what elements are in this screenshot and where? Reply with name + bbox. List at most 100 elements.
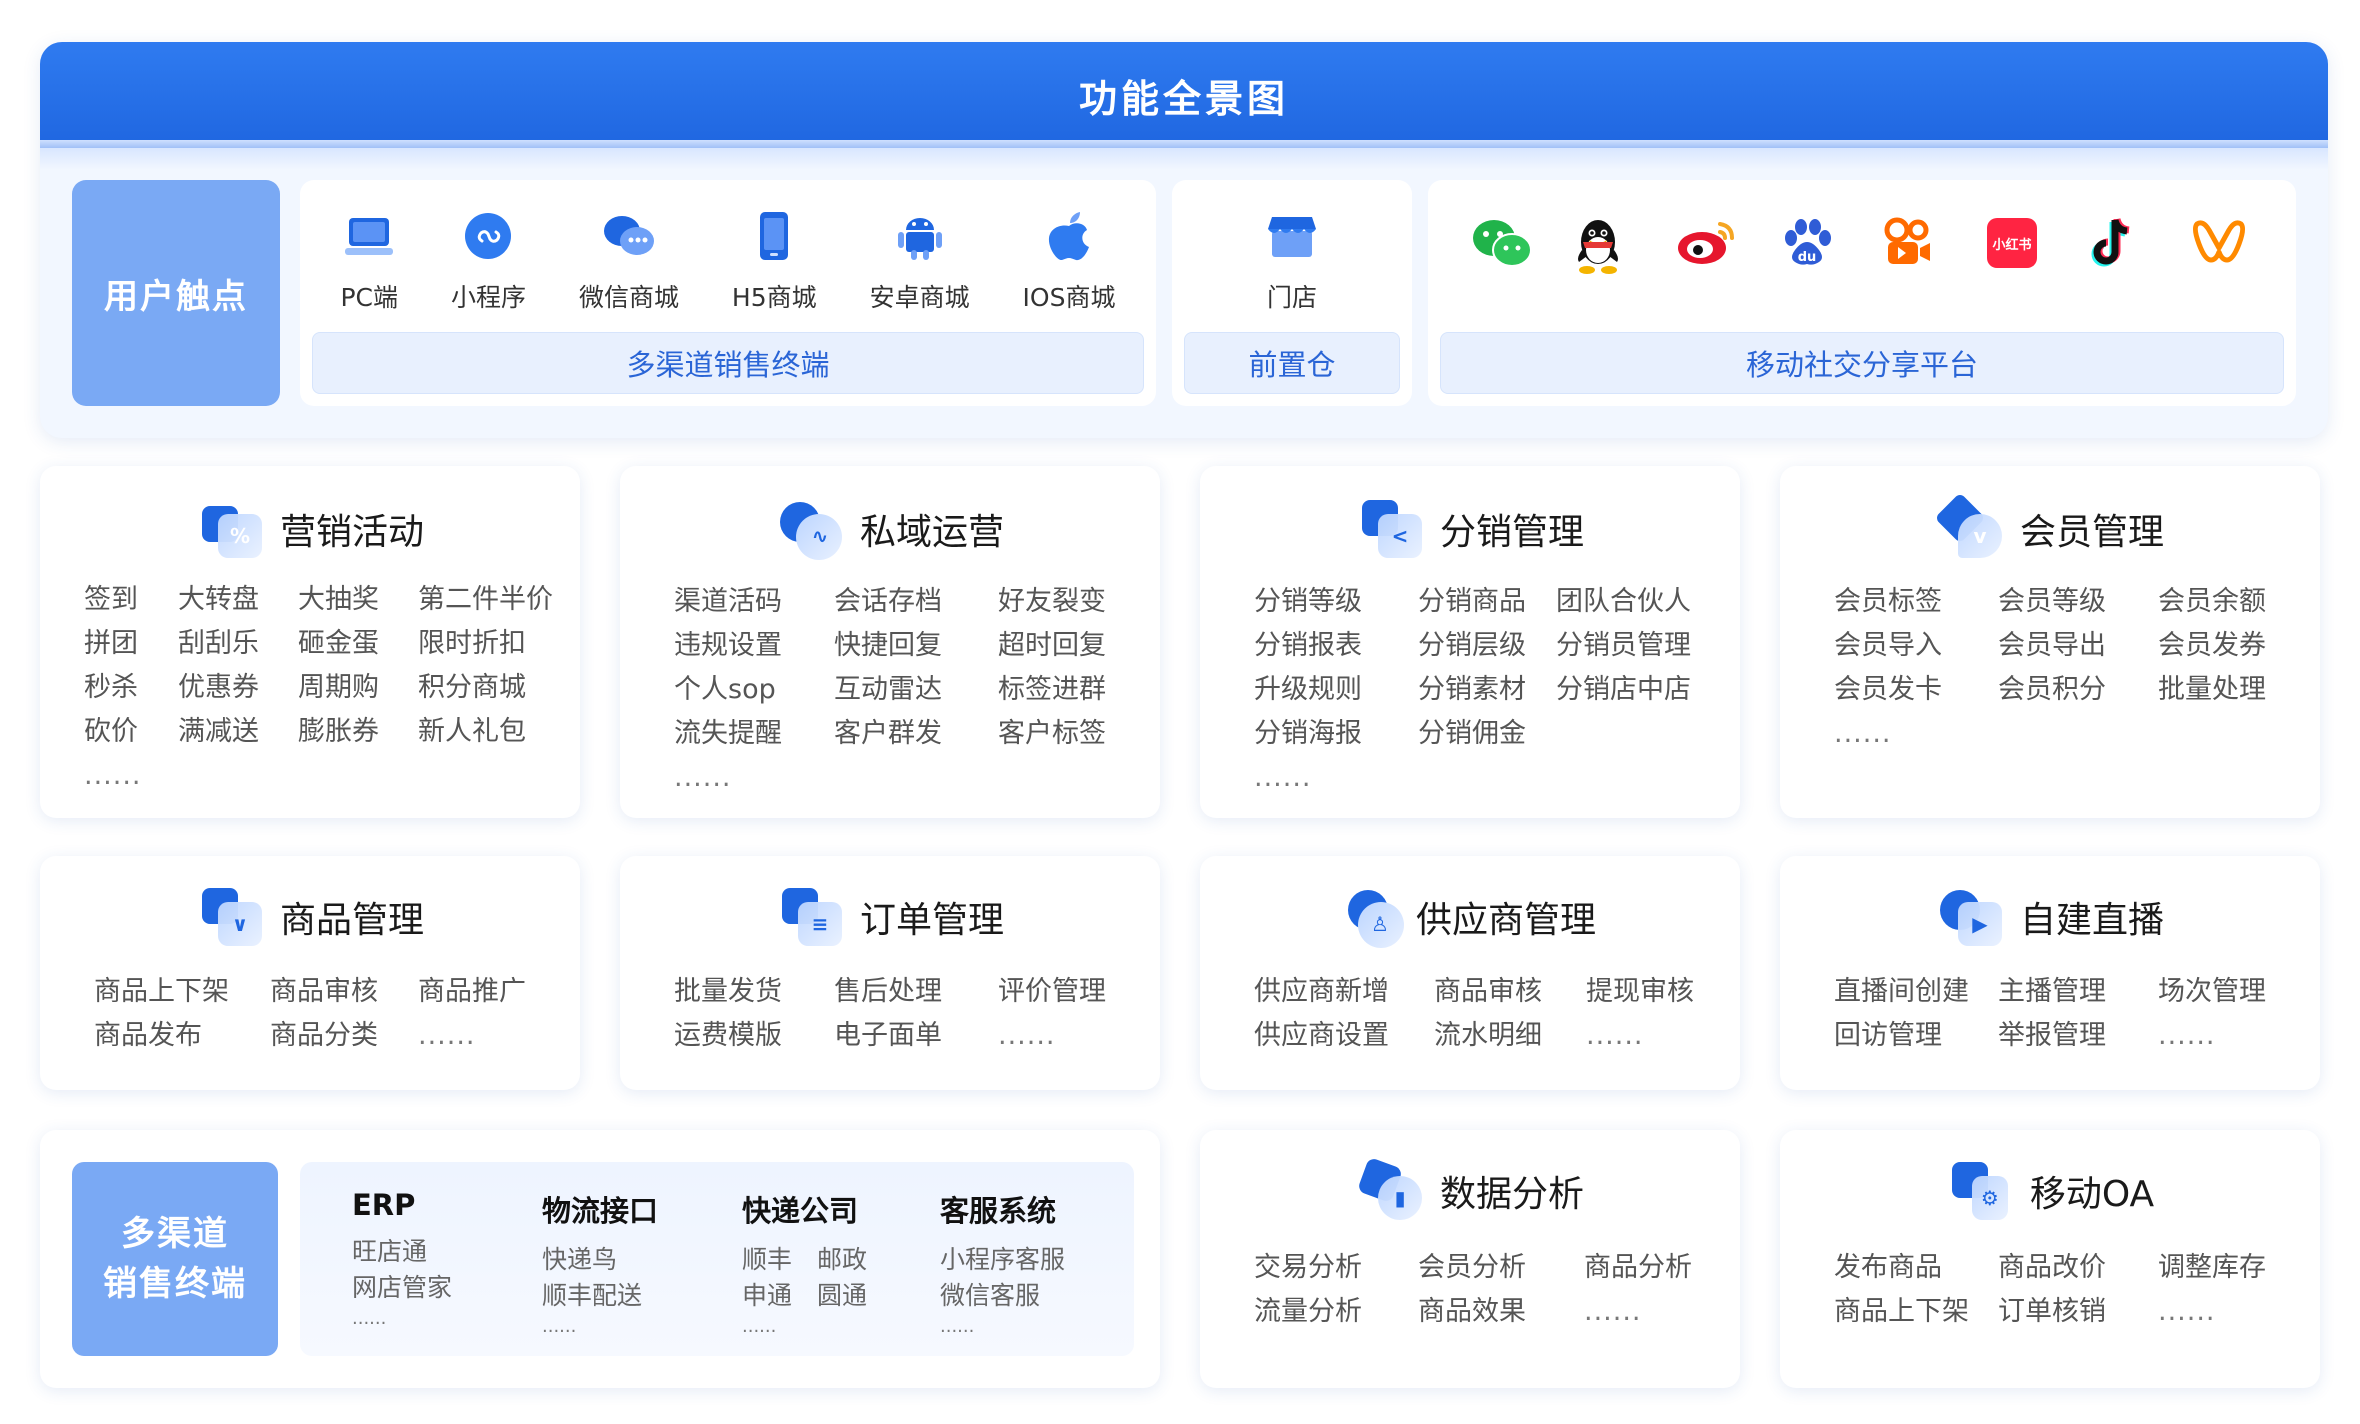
feature-item[interactable]: 商品改价 [1998, 1252, 2158, 1284]
feature-item[interactable]: 商品审核 [1434, 976, 1586, 1008]
feature-item[interactable]: 商品分析 [1584, 1252, 1704, 1284]
feature-item[interactable]: 新人礼包 [418, 716, 558, 748]
baidu-icon[interactable]: du [1779, 216, 1843, 280]
feature-item[interactable]: 分销海报 [1254, 718, 1418, 750]
kuaishou-icon[interactable] [1882, 216, 1946, 280]
feature-item[interactable]: 会员分析 [1418, 1252, 1584, 1284]
feature-item[interactable]: 直播间创建 [1834, 976, 1998, 1008]
feature-item[interactable]: 商品上下架 [94, 976, 270, 1008]
integration-item[interactable]: 网店管家 [352, 1273, 452, 1302]
feature-item[interactable]: 大转盘 [178, 584, 298, 616]
feature-item[interactable]: 违规设置 [674, 630, 834, 662]
feature-item[interactable]: 分销素材 [1418, 674, 1556, 706]
feature-item[interactable]: 商品推广 [418, 976, 538, 1008]
feature-item[interactable]: 砍价 [84, 716, 178, 748]
feature-item[interactable]: 会员等级 [1998, 586, 2158, 618]
xiaohongshu-icon[interactable]: 小红书 [1985, 216, 2049, 280]
feature-item[interactable]: 订单核销 [1998, 1296, 2158, 1328]
terminal-ios[interactable]: IOS商城 [1023, 208, 1115, 314]
feature-item[interactable]: 商品分类 [270, 1020, 418, 1052]
feature-item[interactable]: 批量发货 [674, 976, 834, 1008]
feature-item[interactable]: 分销报表 [1254, 630, 1418, 662]
douyin-icon[interactable] [2088, 216, 2152, 280]
feature-item[interactable]: 渠道活码 [674, 586, 834, 618]
feature-item[interactable]: 举报管理 [1998, 1020, 2158, 1052]
feature-item[interactable]: 售后处理 [834, 976, 998, 1008]
feature-item[interactable]: 个人sop [674, 674, 834, 706]
feature-item[interactable]: 膨胀券 [298, 716, 418, 748]
wechat-icon[interactable] [1470, 216, 1534, 280]
feature-item[interactable]: 分销员管理 [1556, 630, 1716, 662]
feature-item[interactable]: 优惠券 [178, 672, 298, 704]
feature-item[interactable]: 流失提醒 [674, 718, 834, 750]
integration-item[interactable]: 旺店通 [352, 1237, 427, 1266]
feature-item[interactable]: 会员发卡 [1834, 674, 1998, 706]
terminal-android[interactable]: 安卓商城 [870, 208, 970, 314]
feature-item[interactable]: 快捷回复 [834, 630, 998, 662]
feature-item[interactable]: 会话存档 [834, 586, 998, 618]
feature-item[interactable]: 商品审核 [270, 976, 418, 1008]
integration-item[interactable]: 小程序客服 [940, 1245, 1065, 1274]
feature-item[interactable]: 砸金蛋 [298, 628, 418, 660]
feature-item[interactable]: 提现审核 [1586, 976, 1706, 1008]
feature-item[interactable]: 大抽奖 [298, 584, 418, 616]
feature-item[interactable]: 分销商品 [1418, 586, 1556, 618]
feature-item[interactable]: 客户群发 [834, 718, 998, 750]
feature-item[interactable]: 分销层级 [1418, 630, 1556, 662]
feature-item[interactable]: 回访管理 [1834, 1020, 1998, 1052]
feature-item[interactable]: 调整库存 [2158, 1252, 2278, 1284]
feature-item[interactable]: 会员导入 [1834, 630, 1998, 662]
feature-item[interactable]: 第二件半价 [418, 584, 558, 616]
integration-item[interactable]: 微信客服 [940, 1281, 1040, 1310]
integration-item[interactable]: 快递鸟 [542, 1245, 617, 1274]
feature-item[interactable]: 批量处理 [2158, 674, 2298, 706]
feature-item[interactable]: 周期购 [298, 672, 418, 704]
feature-item[interactable]: 会员积分 [1998, 674, 2158, 706]
feature-item[interactable]: 互动雷达 [834, 674, 998, 706]
feature-item[interactable]: 流量分析 [1254, 1296, 1418, 1328]
feature-item[interactable]: 会员余额 [2158, 586, 2298, 618]
terminal-h5[interactable]: H5商城 [732, 208, 817, 314]
feature-item[interactable]: 商品效果 [1418, 1296, 1584, 1328]
feature-item[interactable]: 评价管理 [998, 976, 1118, 1008]
integration-item[interactable]: 顺丰 邮政 [742, 1245, 867, 1274]
feature-item[interactable]: 秒杀 [84, 672, 178, 704]
feature-item[interactable]: 客户标签 [998, 718, 1138, 750]
feature-item[interactable]: 满减送 [178, 716, 298, 748]
terminal-wechat-mall[interactable]: 微信商城 [579, 208, 679, 314]
feature-item[interactable]: 团队合伙人 [1556, 586, 1716, 618]
feature-item[interactable]: 升级规则 [1254, 674, 1418, 706]
feature-item[interactable]: 场次管理 [2158, 976, 2278, 1008]
terminal-pc[interactable]: PC端 [340, 208, 398, 314]
feature-item[interactable]: 签到 [84, 584, 178, 616]
feature-item[interactable]: 会员导出 [1998, 630, 2158, 662]
app-logo-icon[interactable] [2191, 216, 2255, 280]
feature-item[interactable]: 交易分析 [1254, 1252, 1418, 1284]
feature-item[interactable]: 供应商新增 [1254, 976, 1434, 1008]
feature-item[interactable]: 超时回复 [998, 630, 1138, 662]
feature-item[interactable]: 电子面单 [834, 1020, 998, 1052]
feature-item[interactable]: 会员发券 [2158, 630, 2298, 662]
feature-item[interactable]: 拼团 [84, 628, 178, 660]
feature-item[interactable]: 供应商设置 [1254, 1020, 1434, 1052]
feature-item[interactable]: 会员标签 [1834, 586, 1998, 618]
terminal-mini-program[interactable]: 小程序 [451, 208, 526, 314]
integration-item[interactable]: 申通 圆通 [742, 1281, 867, 1310]
feature-item[interactable]: 刮刮乐 [178, 628, 298, 660]
feature-item[interactable]: 运费模版 [674, 1020, 834, 1052]
feature-item[interactable]: 好友裂变 [998, 586, 1138, 618]
feature-item[interactable]: 分销店中店 [1556, 674, 1716, 706]
feature-item[interactable]: 商品上下架 [1834, 1296, 1998, 1328]
feature-item[interactable]: 限时折扣 [418, 628, 558, 660]
feature-item[interactable]: 流水明细 [1434, 1020, 1586, 1052]
feature-item[interactable]: 分销等级 [1254, 586, 1418, 618]
feature-item[interactable]: 标签进群 [998, 674, 1138, 706]
feature-item[interactable]: 发布商品 [1834, 1252, 1998, 1284]
feature-item[interactable]: 分销佣金 [1418, 718, 1556, 750]
feature-item[interactable]: 积分商城 [418, 672, 558, 704]
feature-item[interactable]: 商品发布 [94, 1020, 270, 1052]
feature-item[interactable]: 主播管理 [1998, 976, 2158, 1008]
integration-item[interactable]: 顺丰配送 [542, 1281, 642, 1310]
store-item[interactable]: 门店 [1264, 208, 1320, 314]
weibo-icon[interactable] [1676, 216, 1740, 280]
